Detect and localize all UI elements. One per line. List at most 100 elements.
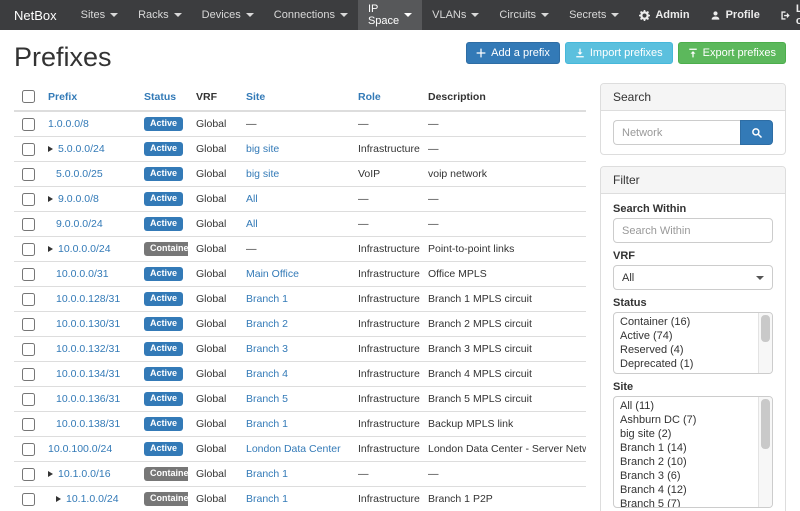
site-filter-list[interactable]: All (11)Ashburn DC (7)big site (2)Branch… xyxy=(613,396,773,508)
status-badge: Active xyxy=(144,392,183,406)
select-all-checkbox[interactable] xyxy=(22,90,35,103)
prefix-link[interactable]: 10.0.0.128/31 xyxy=(56,293,120,305)
row-checkbox[interactable] xyxy=(22,193,35,206)
prefix-link[interactable]: 10.0.0.136/31 xyxy=(56,393,120,405)
scrollbar[interactable] xyxy=(758,313,772,373)
row-checkbox[interactable] xyxy=(22,243,35,256)
filter-option[interactable]: Branch 1 (14) xyxy=(614,441,772,455)
prefix-link[interactable]: 9.0.0.0/24 xyxy=(56,218,103,230)
nav-item-devices[interactable]: Devices xyxy=(192,0,264,30)
site-link[interactable]: Branch 1 xyxy=(246,468,288,480)
role-cell: Infrastructure xyxy=(350,437,420,462)
prefix-link[interactable]: 10.1.0.0/24 xyxy=(66,493,119,505)
status-filter-list[interactable]: Container (16)Active (74)Reserved (4)Dep… xyxy=(613,312,773,374)
nav-item-ip-space[interactable]: IP Space xyxy=(358,0,422,30)
import-prefixes-button[interactable]: Import prefixes xyxy=(565,42,673,64)
prefix-cell: 9.0.0.0/24 xyxy=(40,212,136,237)
row-checkbox[interactable] xyxy=(22,318,35,331)
nav-item-sites[interactable]: Sites xyxy=(71,0,128,30)
search-input[interactable] xyxy=(613,120,740,145)
site-link[interactable]: big site xyxy=(246,168,279,180)
filter-option[interactable]: Reserved (4) xyxy=(614,343,772,357)
row-checkbox[interactable] xyxy=(22,343,35,356)
role-cell: Infrastructure xyxy=(350,412,420,437)
nav-item-racks[interactable]: Racks xyxy=(128,0,192,30)
row-checkbox[interactable] xyxy=(22,218,35,231)
filter-option[interactable]: Branch 4 (12) xyxy=(614,483,772,497)
admin-link[interactable]: Admin xyxy=(629,0,699,30)
prefix-link[interactable]: 10.0.0.132/31 xyxy=(56,343,120,355)
filter-option[interactable]: Branch 2 (10) xyxy=(614,455,772,469)
prefix-link[interactable]: 10.0.0.0/31 xyxy=(56,268,109,280)
scrollbar[interactable] xyxy=(758,397,772,507)
prefix-link[interactable]: 10.0.0.138/31 xyxy=(56,418,120,430)
row-checkbox[interactable] xyxy=(22,393,35,406)
scrollbar-thumb[interactable] xyxy=(761,399,770,449)
filter-option[interactable]: Branch 5 (7) xyxy=(614,497,772,508)
site-link[interactable]: Branch 4 xyxy=(246,368,288,380)
row-checkbox[interactable] xyxy=(22,368,35,381)
search-within-input[interactable] xyxy=(613,218,773,243)
column-sort-link[interactable]: Role xyxy=(358,91,381,103)
prefix-cell: 10.0.0.128/31 xyxy=(40,287,136,312)
prefix-indent: 10.0.0.0/24 xyxy=(48,243,111,255)
site-link[interactable]: Branch 2 xyxy=(246,318,288,330)
site-link[interactable]: London Data Center xyxy=(246,443,341,455)
checkbox-cell xyxy=(14,462,40,487)
prefix-link[interactable]: 10.0.0.134/31 xyxy=(56,368,120,380)
export-prefixes-button[interactable]: Export prefixes xyxy=(678,42,786,64)
status-cell: Active xyxy=(136,137,188,162)
row-checkbox[interactable] xyxy=(22,118,35,131)
prefix-link[interactable]: 5.0.0.0/24 xyxy=(58,143,105,155)
site-link[interactable]: Branch 1 xyxy=(246,293,288,305)
row-checkbox[interactable] xyxy=(22,468,35,481)
role-cell: Infrastructure xyxy=(350,337,420,362)
filter-option[interactable]: Container (16) xyxy=(614,315,772,329)
row-checkbox[interactable] xyxy=(22,443,35,456)
filter-option[interactable]: Ashburn DC (7) xyxy=(614,413,772,427)
prefix-link[interactable]: 10.0.0.130/31 xyxy=(56,318,120,330)
search-button[interactable] xyxy=(740,120,773,145)
site-link[interactable]: Main Office xyxy=(246,268,299,280)
filter-option[interactable]: big site (2) xyxy=(614,427,772,441)
nav-item-vlans[interactable]: VLANs xyxy=(422,0,489,30)
filter-option[interactable]: All (11) xyxy=(614,399,772,413)
nav-item-circuits[interactable]: Circuits xyxy=(489,0,559,30)
site-link[interactable]: Branch 5 xyxy=(246,393,288,405)
nav-item-secrets[interactable]: Secrets xyxy=(559,0,629,30)
prefix-link[interactable]: 1.0.0.0/8 xyxy=(48,118,89,130)
prefix-link[interactable]: 10.0.100.0/24 xyxy=(48,443,112,455)
filter-option[interactable]: Active (74) xyxy=(614,329,772,343)
site-link[interactable]: All xyxy=(246,218,258,230)
row-checkbox[interactable] xyxy=(22,143,35,156)
column-sort-link[interactable]: Prefix xyxy=(48,91,77,103)
site-link[interactable]: All xyxy=(246,193,258,205)
gear-icon xyxy=(639,10,650,21)
log-out-link[interactable]: Log out xyxy=(770,0,800,30)
site-link[interactable]: Branch 3 xyxy=(246,343,288,355)
scrollbar-thumb[interactable] xyxy=(761,315,770,342)
prefix-link[interactable]: 5.0.0.0/25 xyxy=(56,168,103,180)
nav-item-connections[interactable]: Connections xyxy=(264,0,358,30)
row-checkbox[interactable] xyxy=(22,268,35,281)
site-link[interactable]: big site xyxy=(246,143,279,155)
prefix-link[interactable]: 9.0.0.0/8 xyxy=(58,193,99,205)
filter-option[interactable]: Branch 3 (6) xyxy=(614,469,772,483)
site-link[interactable]: Branch 1 xyxy=(246,418,288,430)
row-checkbox[interactable] xyxy=(22,293,35,306)
prefix-link[interactable]: 10.1.0.0/16 xyxy=(58,468,111,480)
profile-link[interactable]: Profile xyxy=(700,0,770,30)
row-checkbox[interactable] xyxy=(22,493,35,506)
prefix-link[interactable]: 10.0.0.0/24 xyxy=(58,243,111,255)
filter-option[interactable]: Deprecated (1) xyxy=(614,357,772,371)
column-sort-link[interactable]: Status xyxy=(144,91,176,103)
status-badge: Active xyxy=(144,142,183,156)
add-a-prefix-button[interactable]: Add a prefix xyxy=(466,42,560,64)
brand[interactable]: NetBox xyxy=(0,0,71,30)
vrf-select[interactable]: All xyxy=(613,265,773,290)
row-checkbox[interactable] xyxy=(22,168,35,181)
status-badge: Active xyxy=(144,417,183,431)
row-checkbox[interactable] xyxy=(22,418,35,431)
site-link[interactable]: Branch 1 xyxy=(246,493,288,505)
column-sort-link[interactable]: Site xyxy=(246,91,265,103)
